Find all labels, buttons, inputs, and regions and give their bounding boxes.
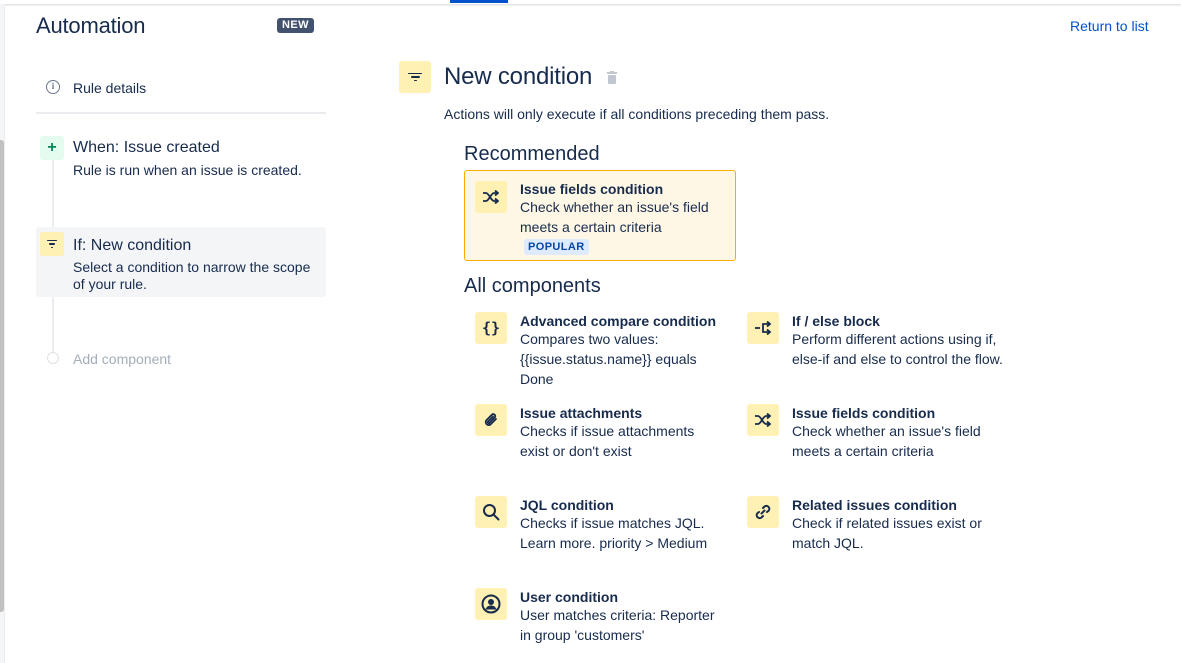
component-title: JQL condition [520, 497, 614, 513]
page-title: New condition [444, 63, 593, 90]
component-user-condition[interactable]: User condition User matches criteria: Re… [464, 582, 724, 662]
component-desc: Check if related issues exist or match J… [792, 515, 982, 551]
component-desc: Check whether an issue's field meets a c… [520, 199, 709, 235]
new-badge: NEW [277, 18, 314, 33]
component-title: Advanced compare condition [520, 313, 717, 329]
popular-badge: POPULAR [524, 239, 589, 255]
component-issue-fields-condition[interactable]: Issue fields condition Check whether an … [736, 398, 996, 478]
trash-icon[interactable] [607, 71, 617, 84]
braces-icon: {} [475, 312, 507, 344]
filter-icon [399, 61, 431, 93]
step-title: When: Issue created [73, 139, 220, 156]
page-subtitle: Actions will only execute if all conditi… [444, 106, 830, 122]
step-title: If: New condition [73, 237, 192, 254]
plus-icon: + [40, 136, 64, 160]
all-components-heading: All components [464, 275, 601, 297]
component-desc: User matches criteria: Reporter in group… [520, 607, 715, 643]
info-icon: i [46, 80, 60, 94]
step-condition[interactable]: If: New condition Select a condition to … [36, 227, 326, 297]
component-title: User condition [520, 589, 619, 605]
component-desc: Perform different actions using if, else… [792, 331, 1003, 367]
step-trigger[interactable]: + When: Issue created Rule is run when a… [36, 136, 326, 196]
component-issue-attachments[interactable]: Issue attachments Checks if issue attach… [464, 398, 724, 478]
branch-icon [747, 312, 779, 344]
rule-details-label: Rule details [73, 80, 147, 96]
recommended-issue-fields-condition[interactable]: Issue fields condition Check whether an … [464, 170, 736, 261]
scrollbar[interactable] [0, 140, 4, 612]
shuffle-icon [747, 404, 779, 436]
step-desc: Rule is run when an issue is created. [73, 162, 302, 178]
component-jql-condition[interactable]: JQL condition Checks if issue matches JQ… [464, 490, 724, 570]
recommended-heading: Recommended [464, 143, 600, 165]
top-bar [0, 0, 1181, 4]
app-title: Automation [36, 13, 146, 38]
link-icon [747, 496, 779, 528]
component-desc: Checks if issue matches JQL. Learn more.… [520, 515, 708, 551]
component-related-issues-condition[interactable]: Related issues condition Check if relate… [736, 490, 996, 570]
component-advanced-compare[interactable]: {} Advanced compare condition Compares t… [464, 306, 724, 387]
step-desc: Select a condition to narrow the scope o… [73, 259, 311, 292]
filter-icon [40, 232, 64, 256]
component-title: Related issues condition [792, 497, 957, 513]
component-title: Issue fields condition [520, 181, 664, 197]
component-title: Issue fields condition [792, 405, 936, 421]
component-title: Issue attachments [520, 405, 643, 421]
add-component-link[interactable]: Add component [73, 351, 171, 367]
paperclip-icon [475, 404, 507, 436]
shuffle-icon [475, 181, 507, 213]
add-component-circle-icon[interactable] [47, 352, 59, 364]
active-tab-indicator [450, 0, 508, 3]
user-icon [475, 588, 507, 620]
return-to-list-link[interactable]: Return to list [1070, 18, 1149, 34]
component-title: If / else block [792, 313, 880, 329]
component-desc: Compares two values: {{issue.status.name… [520, 331, 697, 387]
component-desc: Check whether an issue's field meets a c… [792, 423, 981, 459]
rule-details-item[interactable]: i Rule details [36, 76, 326, 114]
search-icon [475, 496, 507, 528]
component-if-else-block[interactable]: If / else block Perform different action… [736, 306, 1003, 386]
component-desc: Checks if issue attachments exist or don… [520, 423, 695, 459]
